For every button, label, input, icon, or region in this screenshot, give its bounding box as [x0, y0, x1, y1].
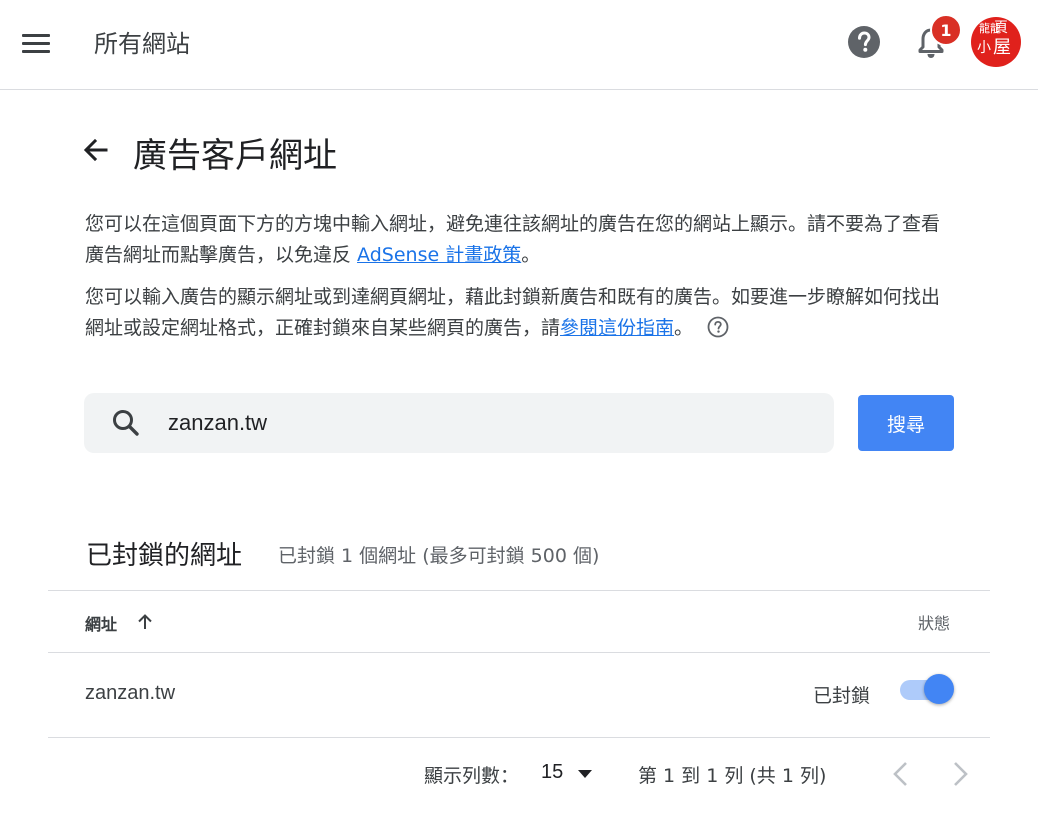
avatar[interactable]: 龍龍 頁 小 屋: [971, 17, 1021, 67]
dropdown-caret-icon[interactable]: [577, 769, 593, 779]
avatar-text-2: 頁: [994, 20, 1008, 36]
divider: [48, 652, 990, 653]
help-outline-icon[interactable]: [707, 316, 729, 338]
description-paragraph-1: 您可以在這個頁面下方的方塊中輸入網址，避免連往該網址的廣告在您的網站上顯示。請不…: [85, 209, 955, 271]
adsense-policy-link[interactable]: AdSense 計畫政策: [357, 244, 521, 266]
search-button[interactable]: 搜尋: [858, 395, 954, 451]
pagination-range: 第 1 到 1 列 (共 1 列): [638, 765, 827, 787]
description-text-2: 您可以輸入廣告的顯示網址或到達網頁網址，藉此封鎖新廣告和既有的廣告。如要進一步瞭…: [85, 286, 941, 339]
rows-per-page-select[interactable]: 15: [541, 761, 563, 784]
sort-ascending-arrow-icon[interactable]: [135, 612, 155, 632]
top-app-bar: 所有網站 1 龍龍 頁 小 屋: [0, 0, 1038, 90]
blocked-count-text: 已封鎖 1 個網址 (最多可封鎖 500 個): [278, 545, 600, 567]
search-icon: [113, 410, 139, 436]
back-arrow-icon[interactable]: [80, 134, 112, 166]
blocked-urls-title: 已封鎖的網址: [86, 541, 243, 571]
help-icon[interactable]: [847, 25, 881, 59]
description-paragraph-2: 您可以輸入廣告的顯示網址或到達網頁網址，藉此封鎖新廣告和既有的廣告。如要進一步瞭…: [85, 282, 955, 344]
menu-icon[interactable]: [22, 26, 56, 60]
previous-page-chevron-icon[interactable]: [886, 758, 916, 790]
description-end-1: 。: [521, 244, 541, 266]
url-search-input[interactable]: [168, 403, 808, 443]
block-toggle[interactable]: [900, 672, 956, 706]
avatar-text-4: 屋: [993, 37, 1011, 58]
description-end-2: 。: [674, 317, 694, 339]
search-box: [84, 393, 834, 453]
column-header-url[interactable]: 網址: [85, 611, 117, 635]
app-title: 所有網站: [94, 30, 190, 58]
rows-per-page-label: 顯示列數：: [424, 765, 520, 787]
page-title: 廣告客戶網址: [133, 136, 337, 176]
toggle-thumb: [924, 674, 954, 704]
notification-badge: 1: [930, 14, 962, 46]
table-row-status: 已封鎖: [813, 685, 871, 707]
avatar-text-3: 小: [977, 40, 991, 56]
divider: [48, 737, 990, 738]
column-header-status: 狀態: [918, 614, 951, 633]
divider: [48, 590, 990, 591]
guide-link[interactable]: 參閱這份指南: [560, 317, 674, 339]
next-page-chevron-icon[interactable]: [945, 758, 975, 790]
table-row-url: zanzan.tw: [85, 682, 176, 704]
